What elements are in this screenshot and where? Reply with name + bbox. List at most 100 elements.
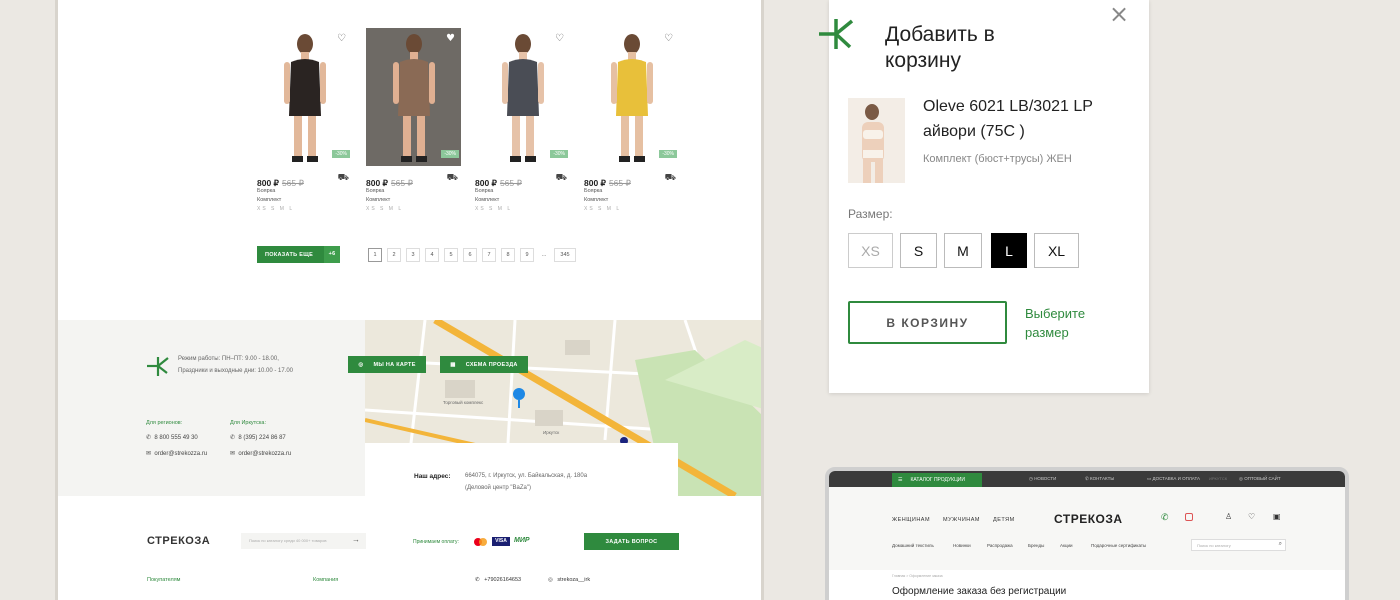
site-search-input[interactable]: Поиск по каталогу bbox=[1197, 543, 1231, 548]
city-select[interactable]: ИРКУТСК bbox=[1209, 476, 1227, 481]
catalog-button[interactable]: ☰ КАТАЛОГ ПРОДУКЦИИ bbox=[892, 473, 982, 487]
size-option-s[interactable]: S bbox=[900, 233, 937, 268]
nav-women[interactable]: ЖЕНЩИНАМ bbox=[892, 517, 930, 523]
product-photo[interactable]: ♡ -30% bbox=[475, 28, 570, 166]
product-model-figure bbox=[610, 34, 653, 162]
footer-col-company: Компания bbox=[313, 577, 339, 583]
footer-search[interactable]: Поиск по каталогу среди 40 000+ товаров … bbox=[241, 533, 366, 549]
category-menu-item[interactable]: Новинки bbox=[953, 543, 971, 548]
user-icon[interactable]: ♙ bbox=[1225, 512, 1232, 521]
arrow-right-icon[interactable]: → bbox=[352, 535, 360, 544]
category-menu-item[interactable]: Акции bbox=[1060, 543, 1073, 548]
size-option-m[interactable]: M bbox=[944, 233, 982, 268]
breadcrumb[interactable]: Главная > Оформление заказа bbox=[892, 574, 943, 578]
pagination-page[interactable]: 5 bbox=[444, 248, 458, 262]
nav-men[interactable]: МУЖЧИНАМ bbox=[943, 517, 980, 523]
product-price: 800 ₽ bbox=[366, 178, 388, 188]
size-option-l[interactable]: L bbox=[991, 233, 1027, 268]
add-to-cart-icon[interactable]: ⛟ bbox=[556, 173, 567, 184]
pagination-page[interactable]: 6 bbox=[463, 248, 477, 262]
category-menu-item[interactable]: Домашний текстиль bbox=[892, 543, 934, 548]
payment-label: Принимаем оплату: bbox=[413, 539, 459, 545]
favorite-heart-icon[interactable]: ♡ bbox=[337, 33, 346, 44]
pagination-page[interactable]: 1 bbox=[368, 248, 382, 262]
whatsapp-icon[interactable]: ✆ bbox=[1161, 513, 1169, 523]
phone-icon: ✆ bbox=[230, 435, 236, 441]
nav-contacts[interactable]: ✆ КОНТАКТЫ bbox=[1085, 476, 1114, 482]
add-to-cart-button[interactable]: В КОРЗИНУ bbox=[848, 301, 1007, 344]
nav-delivery-label: ДОСТАВКА И ОПЛАТА bbox=[1152, 476, 1201, 481]
footer-search-input[interactable]: Поиск по каталогу среди 40 000+ товаров bbox=[249, 538, 326, 543]
favorite-heart-icon[interactable]: ♡ bbox=[664, 33, 673, 44]
size-option-xl[interactable]: XL bbox=[1034, 233, 1079, 268]
map-button[interactable]: ◎ МЫ НА КАРТЕ bbox=[348, 356, 426, 373]
site-search[interactable]: Поиск по каталогу ⌕ bbox=[1191, 539, 1286, 551]
modal-title: Добавить в корзину bbox=[885, 23, 995, 72]
discount-badge: -30% bbox=[659, 150, 677, 158]
pagination-page[interactable]: 3 bbox=[406, 248, 420, 262]
pagination-page[interactable]: 2 bbox=[387, 248, 401, 262]
mail-icon: ✉ bbox=[230, 451, 236, 457]
category-menu-item[interactable]: Подарочные сертификаты bbox=[1091, 543, 1146, 548]
regions-email[interactable]: ✉ order@strekozza.ru bbox=[146, 450, 207, 457]
map-label-2: Торговый комплекс bbox=[443, 400, 484, 405]
footer-logo[interactable]: СТРЕКОЗА bbox=[147, 535, 210, 547]
product-type: Боярка bbox=[475, 188, 494, 194]
add-to-cart-icon[interactable]: ⛟ bbox=[665, 173, 676, 184]
pagination-page[interactable]: 345 bbox=[554, 248, 576, 262]
product-old-price: 565 ₽ bbox=[281, 178, 304, 188]
route-button[interactable]: ▦ СХЕМА ПРОЕЗДА bbox=[440, 356, 528, 373]
close-icon[interactable]: × bbox=[1109, 0, 1129, 28]
pagination-page[interactable]: 9 bbox=[520, 248, 534, 262]
product-name: Oleve 6021 LB/3021 LP айвори (75C ) bbox=[923, 98, 1093, 140]
product-card[interactable]: ♥ -30% 800 ₽565 ₽ ⛟ Боярка Комплект XS S… bbox=[366, 28, 461, 212]
product-old-price: 565 ₽ bbox=[499, 178, 522, 188]
irkutsk-phone[interactable]: ✆ 8 (395) 224 86 87 bbox=[230, 434, 286, 441]
irkutsk-email[interactable]: ✉ order@strekozza.ru bbox=[230, 450, 291, 457]
heart-icon[interactable]: ♡ bbox=[1248, 512, 1255, 521]
product-photo[interactable]: ♡ -30% bbox=[584, 28, 679, 166]
nav-wholesale[interactable]: ◎ ОПТОВЫЙ САЙТ bbox=[1239, 476, 1281, 482]
nav-delivery[interactable]: ▭ ДОСТАВКА И ОПЛАТА bbox=[1147, 476, 1200, 482]
product-card[interactable]: ♡ -30% 800 ₽565 ₽ ⛟ Боярка Комплект XS S… bbox=[257, 28, 352, 212]
discount-badge: -30% bbox=[332, 150, 350, 158]
instagram-link[interactable]: ◎ strekoza__irk bbox=[548, 577, 590, 583]
product-subtype: Комплект bbox=[584, 197, 609, 203]
pagination-page[interactable]: 7 bbox=[482, 248, 496, 262]
route-button-label: СХЕМА ПРОЕЗДА bbox=[465, 361, 518, 368]
favorite-heart-icon[interactable]: ♡ bbox=[555, 33, 564, 44]
add-to-cart-icon[interactable]: ⛟ bbox=[447, 173, 458, 184]
nav-kids[interactable]: ДЕТЯМ bbox=[993, 517, 1015, 523]
mastercard-icon bbox=[474, 537, 488, 546]
ask-question-button[interactable]: ЗАДАТЬ ВОПРОС bbox=[584, 533, 679, 550]
show-more-button[interactable]: ПОКАЗАТЬ ЕЩЕ +6 bbox=[257, 246, 340, 263]
product-photo[interactable]: ♥ -30% bbox=[366, 28, 461, 166]
product-photo[interactable]: ♡ -30% bbox=[257, 28, 352, 166]
map-label-3: Иркутск bbox=[543, 430, 560, 435]
search-icon[interactable]: ⌕ bbox=[1279, 541, 1282, 548]
address-label: Наш адрес: bbox=[414, 473, 451, 480]
page-title: Оформление заказа без регистрации bbox=[892, 586, 1067, 597]
instagram-text: strekoza__irk bbox=[557, 577, 591, 583]
mail-icon: ✉ bbox=[146, 451, 152, 457]
regions-phone[interactable]: ✆ 8 800 555 49 30 bbox=[146, 434, 198, 441]
product-card[interactable]: ♡ -30% 800 ₽565 ₽ ⛟ Боярка Комплект XS S… bbox=[584, 28, 679, 212]
instagram-icon[interactable] bbox=[1185, 513, 1193, 521]
category-menu-item[interactable]: Распродажа bbox=[987, 543, 1013, 548]
favorite-heart-icon[interactable]: ♥ bbox=[446, 33, 455, 44]
nav-news[interactable]: ◷ НОВОСТИ bbox=[1029, 476, 1056, 482]
product-price: 800 ₽ bbox=[584, 178, 606, 188]
pagination-page[interactable]: 8 bbox=[501, 248, 515, 262]
product-card[interactable]: ♡ -30% 800 ₽565 ₽ ⛟ Боярка Комплект XS S… bbox=[475, 28, 570, 212]
irkutsk-phone-text: 8 (395) 224 86 87 bbox=[238, 435, 286, 441]
site-logo[interactable]: СТРЕКОЗА bbox=[1054, 512, 1123, 526]
mir-icon: МИР bbox=[514, 537, 530, 544]
category-menu-item[interactable]: Бренды bbox=[1028, 543, 1044, 548]
size-label: Размер: bbox=[848, 207, 893, 221]
pagination-page[interactable]: 4 bbox=[425, 248, 439, 262]
dragonfly-logo-icon bbox=[819, 19, 854, 49]
add-to-cart-icon[interactable]: ⛟ bbox=[338, 173, 349, 184]
irkutsk-title: Для Иркутска: bbox=[230, 420, 266, 426]
cart-icon[interactable]: ▣ bbox=[1273, 512, 1281, 521]
whatsapp-link[interactable]: ✆ +79026164653 bbox=[475, 577, 521, 583]
